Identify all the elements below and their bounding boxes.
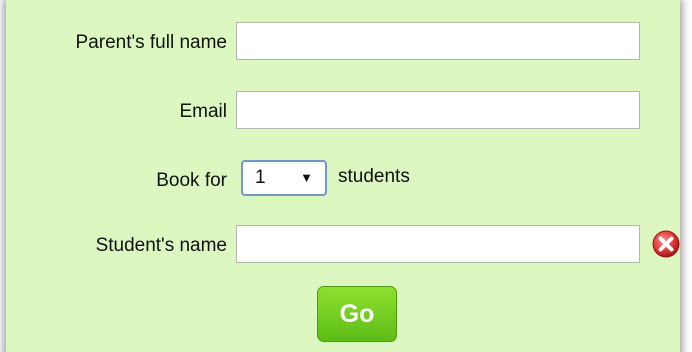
- email-input[interactable]: [236, 91, 640, 129]
- student-name-row: Student's name: [6, 225, 680, 267]
- dropdown-arrow-icon: ▼: [300, 170, 313, 185]
- student-name-label: Student's name: [95, 235, 227, 256]
- booking-form-panel: Parent's full name Email Book for 1 ▼ st…: [6, 0, 680, 352]
- remove-student-icon[interactable]: [652, 230, 680, 258]
- email-row: Email: [6, 91, 680, 133]
- students-suffix: students: [338, 166, 410, 187]
- student-count-select[interactable]: 1 ▼: [241, 160, 327, 196]
- parent-name-row: Parent's full name: [6, 22, 680, 64]
- parent-name-label: Parent's full name: [75, 32, 227, 53]
- book-for-row: Book for 1 ▼ students: [6, 160, 680, 202]
- book-for-label: Book for: [156, 170, 227, 191]
- student-count-value: 1: [255, 167, 266, 188]
- student-name-input[interactable]: [236, 225, 640, 263]
- go-button[interactable]: Go: [317, 286, 397, 342]
- email-label: Email: [179, 101, 227, 122]
- parent-name-input[interactable]: [236, 22, 640, 60]
